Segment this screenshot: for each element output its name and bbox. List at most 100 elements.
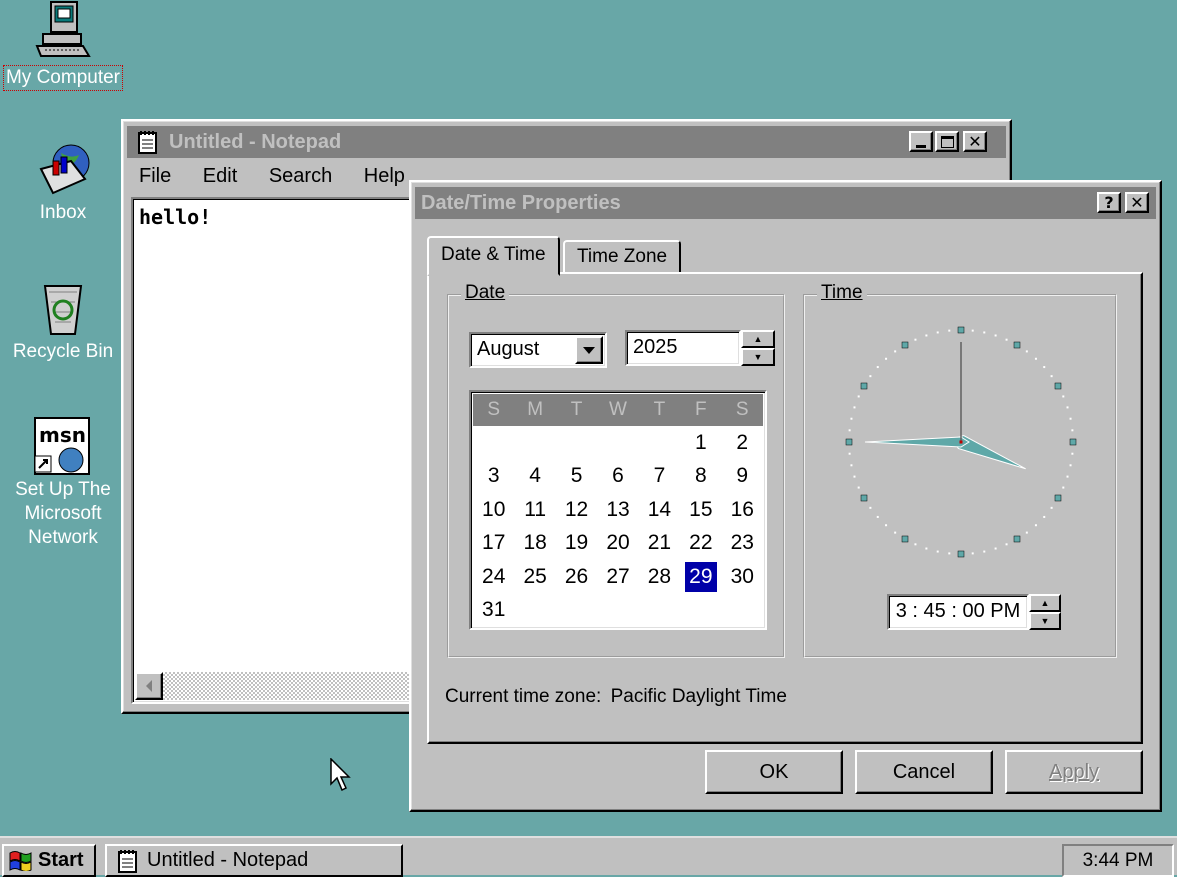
calendar-day[interactable]: 23 bbox=[722, 527, 763, 561]
scroll-left-button[interactable] bbox=[135, 672, 163, 700]
year-field[interactable]: 2025 bbox=[625, 330, 741, 366]
calendar-day[interactable]: 21 bbox=[639, 527, 680, 561]
clock-minute-dot bbox=[983, 550, 986, 553]
calendar-day[interactable]: 1 bbox=[680, 426, 721, 460]
calendar-day[interactable]: 3 bbox=[473, 460, 514, 494]
clock-minute-dot bbox=[1025, 531, 1028, 534]
help-button[interactable]: ? bbox=[1097, 192, 1121, 213]
spin-down-icon[interactable]: ▼ bbox=[1029, 612, 1061, 630]
calendar-blank bbox=[514, 426, 555, 460]
maximize-button[interactable] bbox=[935, 131, 959, 152]
tab-time-zone[interactable]: Time Zone bbox=[563, 240, 682, 274]
menu-file[interactable]: File bbox=[139, 165, 171, 187]
spin-down-icon[interactable]: ▼ bbox=[741, 348, 775, 366]
calendar-day[interactable]: 31 bbox=[473, 594, 514, 628]
dialog-title-bar[interactable]: Date/Time Properties ? ✕ bbox=[415, 187, 1156, 219]
calendar-day[interactable]: 24 bbox=[473, 560, 514, 594]
clock-minute-dot bbox=[914, 338, 917, 341]
desktop-icon-inbox[interactable]: Inbox bbox=[0, 139, 126, 225]
calendar-weekday: T bbox=[653, 399, 666, 420]
calendar-day[interactable]: 25 bbox=[514, 560, 555, 594]
calendar-day[interactable]: 29 bbox=[680, 560, 721, 594]
calendar-day[interactable]: 4 bbox=[514, 460, 555, 494]
calendar[interactable]: SMTWTFS 1 2 3 4 5 6 7 8 9 10 11 12 13 14 15 16 17 18 19 20 2… bbox=[469, 390, 767, 630]
clock-minute-dot bbox=[885, 357, 888, 360]
clock-minute-dot bbox=[885, 524, 888, 527]
desktop-icon-my-computer[interactable]: My Computer bbox=[0, 0, 126, 91]
clock-hour-mark bbox=[1013, 535, 1021, 543]
calendar-day[interactable]: 7 bbox=[639, 460, 680, 494]
close-button[interactable]: ✕ bbox=[1125, 192, 1149, 213]
spin-up-icon[interactable]: ▲ bbox=[741, 330, 775, 348]
clock-minute-dot bbox=[850, 464, 853, 467]
clock-minute-dot bbox=[925, 547, 928, 550]
ok-button[interactable]: OK bbox=[705, 750, 843, 794]
calendar-day[interactable]: 30 bbox=[722, 560, 763, 594]
month-dropdown-button[interactable] bbox=[575, 336, 603, 364]
calendar-day[interactable]: 19 bbox=[556, 527, 597, 561]
desktop-icon-recycle-bin[interactable]: Recycle Bin bbox=[0, 278, 126, 364]
calendar-day[interactable]: 12 bbox=[556, 493, 597, 527]
date-group: Date August 2025 ▲ ▼ SMTWTFS 1 2 3 4 5 6 7 8 9 10… bbox=[447, 282, 785, 658]
time-spinner[interactable]: ▲ ▼ bbox=[1029, 594, 1061, 630]
calendar-weekday: S bbox=[487, 399, 501, 420]
clock-minute-dot bbox=[936, 331, 939, 334]
start-button[interactable]: Start bbox=[2, 844, 96, 877]
clock-minute-dot bbox=[936, 550, 939, 553]
calendar-day[interactable]: 28 bbox=[639, 560, 680, 594]
clock-minute-dot bbox=[1069, 464, 1072, 467]
menu-search[interactable]: Search bbox=[269, 165, 332, 187]
clock-hour-mark bbox=[860, 382, 868, 390]
calendar-day[interactable]: 27 bbox=[597, 560, 638, 594]
clock-minute-dot bbox=[857, 486, 860, 489]
calendar-day[interactable]: 14 bbox=[639, 493, 680, 527]
clock-minute-dot bbox=[1066, 475, 1069, 478]
calendar-day[interactable]: 13 bbox=[597, 493, 638, 527]
clock-minute-dot bbox=[971, 329, 974, 332]
ok-button-label: OK bbox=[759, 761, 789, 783]
calendar-day[interactable]: 9 bbox=[722, 460, 763, 494]
calendar-day[interactable]: 5 bbox=[556, 460, 597, 494]
minimize-button[interactable] bbox=[909, 131, 933, 152]
clock-hour-mark bbox=[1069, 438, 1077, 446]
calendar-day[interactable]: 2 bbox=[722, 426, 763, 460]
date-time-dialog[interactable]: Date/Time Properties ? ✕ Date & Time Tim… bbox=[409, 180, 1162, 812]
calendar-day[interactable]: 6 bbox=[597, 460, 638, 494]
calendar-day[interactable]: 16 bbox=[722, 493, 763, 527]
clock-minute-dot bbox=[1062, 486, 1065, 489]
system-tray-clock[interactable]: 3:44 PM bbox=[1062, 844, 1174, 877]
calendar-day[interactable]: 8 bbox=[680, 460, 721, 494]
calendar-day[interactable]: 18 bbox=[514, 527, 555, 561]
year-spinner[interactable]: ▲ ▼ bbox=[741, 330, 775, 366]
tab-date-time[interactable]: Date & Time bbox=[427, 236, 560, 276]
apply-button[interactable]: Apply bbox=[1005, 750, 1143, 794]
date-time-tab-panel: Date August 2025 ▲ ▼ SMTWTFS 1 2 3 4 5 6 7 8 9 10… bbox=[427, 272, 1143, 744]
spin-up-icon[interactable]: ▲ bbox=[1029, 594, 1061, 612]
desktop-icon-msn[interactable]: msn Set Up The Microsoft Network bbox=[0, 416, 126, 550]
menu-edit[interactable]: Edit bbox=[203, 165, 237, 187]
clock-minute-dot bbox=[1034, 524, 1037, 527]
month-value: August bbox=[477, 338, 540, 360]
clock-minute-dot bbox=[869, 506, 872, 509]
inbox-icon bbox=[39, 144, 90, 195]
notepad-title-bar[interactable]: Untitled - Notepad ✕ bbox=[127, 126, 1006, 158]
cancel-button[interactable]: Cancel bbox=[855, 750, 993, 794]
calendar-day[interactable]: 17 bbox=[473, 527, 514, 561]
calendar-day[interactable]: 22 bbox=[680, 527, 721, 561]
calendar-day[interactable]: 11 bbox=[514, 493, 555, 527]
time-value: 3 : 45 : 00 PM bbox=[895, 600, 1021, 622]
menu-help[interactable]: Help bbox=[364, 165, 405, 187]
clock-hour-mark bbox=[957, 326, 965, 334]
calendar-day[interactable]: 15 bbox=[680, 493, 721, 527]
calendar-days[interactable]: 1 2 3 4 5 6 7 8 9 10 11 12 13 14 15 16 17 18 19 20 21 22 23 24 2… bbox=[473, 426, 763, 627]
close-button[interactable]: ✕ bbox=[963, 131, 987, 152]
clock-minute-dot bbox=[1025, 350, 1028, 353]
calendar-day[interactable]: 20 bbox=[597, 527, 638, 561]
desktop-icon-label: Recycle Bin bbox=[12, 341, 114, 362]
time-field[interactable]: 3 : 45 : 00 PM bbox=[887, 594, 1029, 630]
clock-minute-dot bbox=[1043, 515, 1046, 518]
month-select[interactable]: August bbox=[469, 332, 607, 368]
calendar-day[interactable]: 10 bbox=[473, 493, 514, 527]
taskbar-button-notepad[interactable]: Untitled - Notepad bbox=[105, 844, 403, 877]
calendar-day[interactable]: 26 bbox=[556, 560, 597, 594]
